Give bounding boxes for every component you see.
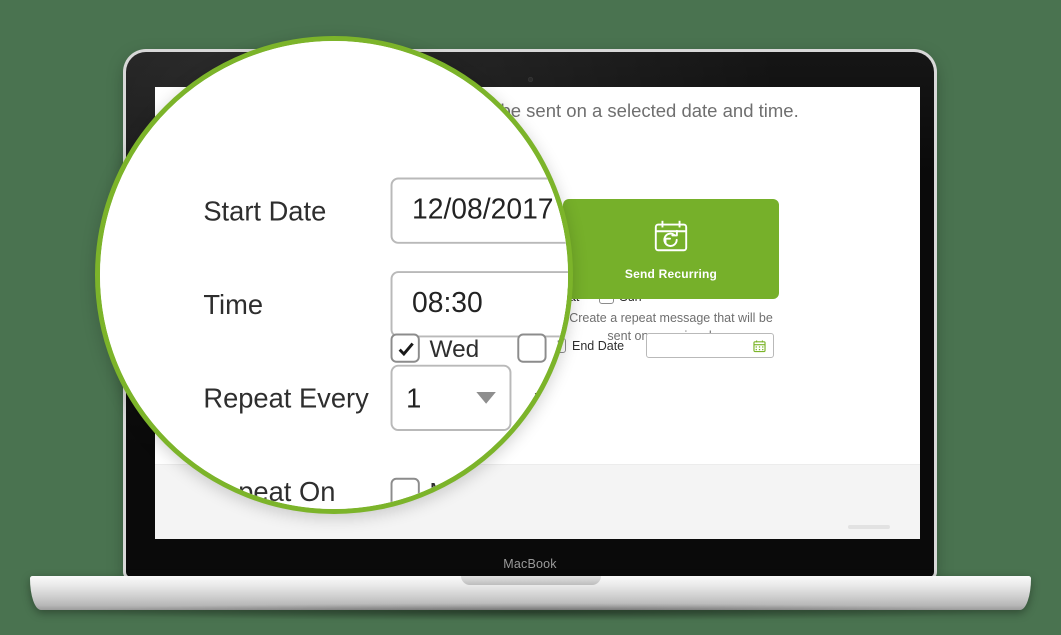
send-recurring-panel: Send Recurring Create a repeat message t… <box>551 199 791 345</box>
end-date-label: End Date <box>572 338 625 353</box>
magnified-day-checkbox-thu[interactable]: Thu <box>518 333 568 363</box>
bezel-brand-label: MacBook <box>503 557 557 571</box>
magnified-time-value: 08:30 <box>412 288 483 320</box>
magnified-day-label-mon: Mon <box>429 477 477 506</box>
magnified-repeat-interval-value: 1 <box>406 382 422 414</box>
magnifier-lens: Schedule your message to be sent on a se… <box>95 36 573 514</box>
magnified-checkbox-tue-box[interactable] <box>512 476 542 507</box>
magnified-start-date-input[interactable]: 12/08/2017 <box>390 177 568 244</box>
laptop-shadow <box>56 603 1005 621</box>
magnified-check-icon <box>397 341 413 356</box>
magnified-time-row: Time 08:30 <box>203 267 568 341</box>
magnified-repeat-unit-label: weeks <box>534 382 570 414</box>
calendar-refresh-icon <box>654 220 688 252</box>
magnified-checkbox-mon-box[interactable] <box>390 476 420 507</box>
magnified-day-checkbox-wed[interactable]: Wed <box>390 333 480 363</box>
magnified-start-date-value: 12/08/2017 <box>412 195 554 227</box>
magnified-repeat-on-days-continued: Wed Thu Fri <box>390 333 568 363</box>
magnified-start-date-label: Start Date <box>203 195 327 227</box>
magnified-time-label: Time <box>203 288 264 320</box>
end-date-input[interactable] <box>646 333 775 358</box>
magnified-chevron-down-icon[interactable] <box>476 392 496 404</box>
magnified-time-input[interactable]: 08:30 <box>390 271 568 338</box>
magnified-repeat-on-row: Repeat On Mon Tue <box>203 454 568 509</box>
send-recurring-label: Send Recurring <box>624 267 718 281</box>
magnified-repeat-every-label: Repeat Every <box>203 382 369 414</box>
magnified-repeat-on-label: Repeat On <box>203 475 336 508</box>
magnified-checkbox-thu-box[interactable] <box>518 333 548 363</box>
magnified-app-page: Schedule your message to be sent on a se… <box>100 41 570 509</box>
send-recurring-button[interactable]: Send Recurring <box>563 199 779 299</box>
end-date-row: End Date <box>551 333 775 358</box>
magnified-day-checkbox-mon[interactable]: Mon <box>390 476 477 507</box>
magnified-day-checkbox-tue[interactable]: Tue <box>512 476 568 507</box>
magnified-checkbox-wed-box[interactable] <box>390 333 420 363</box>
magnified-day-label-wed: Wed <box>429 334 480 362</box>
calendar-icon[interactable] <box>753 339 766 352</box>
magnified-repeat-interval-select[interactable]: 1 <box>390 364 512 432</box>
magnifier-content: Schedule your message to be sent on a se… <box>100 41 570 509</box>
magnified-repeat-every-row: Repeat Every 1 weeks <box>203 361 570 435</box>
magnified-start-date-row: Start Date 12/08/2017 <box>203 174 568 248</box>
